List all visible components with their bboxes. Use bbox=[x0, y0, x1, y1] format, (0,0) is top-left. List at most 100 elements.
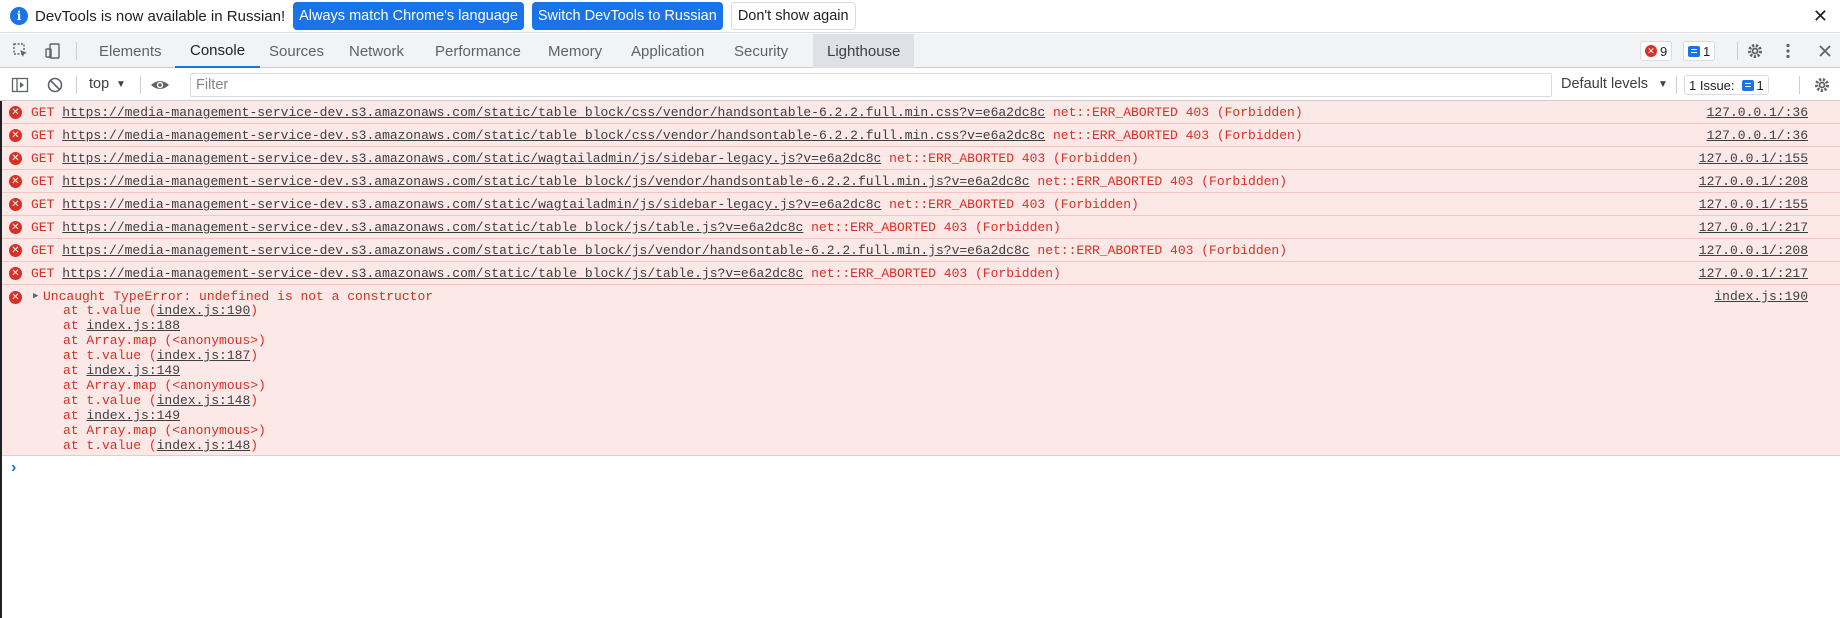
source-link[interactable]: 127.0.0.1/:36 bbox=[1707, 128, 1808, 143]
stack-trace: at t.value (index.js:190) at index.js:18… bbox=[63, 303, 266, 453]
console-error-row: ✕ GET https://media-management-service-d… bbox=[0, 239, 1840, 262]
source-link[interactable]: 127.0.0.1/:155 bbox=[1699, 151, 1808, 166]
language-infobar: i DevTools is now available in Russian! … bbox=[0, 0, 1840, 33]
message-counter[interactable]: 1 bbox=[1683, 41, 1716, 61]
request-method: GET bbox=[31, 266, 55, 281]
window-edge bbox=[0, 101, 2, 618]
request-url-link[interactable]: https://media-management-service-dev.s3.… bbox=[62, 151, 881, 166]
stack-frame-link[interactable]: index.js:148 bbox=[157, 393, 251, 408]
dont-show-again-button[interactable]: Don't show again bbox=[730, 2, 856, 30]
error-icon: ✕ bbox=[1645, 45, 1657, 57]
console-settings-gear-icon[interactable] bbox=[1812, 75, 1832, 95]
infobar-message: DevTools is now available in Russian! bbox=[35, 7, 286, 25]
error-status: net::ERR_ABORTED 403 (Forbidden) bbox=[811, 220, 1061, 235]
more-options-icon[interactable] bbox=[1778, 41, 1798, 61]
error-count: 9 bbox=[1660, 43, 1668, 59]
toolbar-divider bbox=[1676, 76, 1677, 94]
console-error-row: ✕ GET https://media-management-service-d… bbox=[0, 147, 1840, 170]
console-error-row: ✕ GET https://media-management-service-d… bbox=[0, 193, 1840, 216]
stack-frame: at Array.map (<anonymous>) bbox=[63, 378, 266, 393]
error-icon: ✕ bbox=[9, 152, 22, 165]
close-icon[interactable]: ✕ bbox=[1813, 6, 1828, 27]
request-url-link[interactable]: https://media-management-service-dev.s3.… bbox=[62, 174, 1029, 189]
exception-message: Uncaught TypeError: undefined is not a c… bbox=[43, 289, 434, 304]
console-prompt-icon[interactable]: › bbox=[11, 459, 16, 477]
stack-frame: at index.js:149 bbox=[63, 408, 181, 423]
issues-count: 1 bbox=[1756, 77, 1764, 93]
tab-elements[interactable]: Elements bbox=[99, 34, 162, 68]
toolbar-divider bbox=[76, 76, 77, 94]
error-counter[interactable]: ✕ 9 bbox=[1640, 41, 1673, 61]
request-url-link[interactable]: https://media-management-service-dev.s3.… bbox=[62, 128, 1045, 143]
tab-application[interactable]: Application bbox=[631, 34, 704, 68]
stack-frame-link[interactable]: index.js:149 bbox=[86, 363, 180, 378]
match-language-button[interactable]: Always match Chrome's language bbox=[293, 2, 524, 30]
stack-frame-link[interactable]: index.js:188 bbox=[86, 318, 180, 333]
error-status: net::ERR_ABORTED 403 (Forbidden) bbox=[1037, 174, 1288, 189]
console-messages: ✕ GET https://media-management-service-d… bbox=[0, 101, 1840, 456]
source-link[interactable]: 127.0.0.1/:155 bbox=[1699, 197, 1808, 212]
tab-security[interactable]: Security bbox=[734, 34, 788, 68]
tab-performance[interactable]: Performance bbox=[435, 34, 521, 68]
request-method: GET bbox=[31, 128, 55, 143]
issues-button[interactable]: 1 Issue: 1 bbox=[1684, 75, 1769, 95]
tab-console[interactable]: Console bbox=[175, 34, 261, 68]
console-error-row: ✕ GET https://media-management-service-d… bbox=[0, 101, 1840, 124]
log-levels-dropdown[interactable]: Default levels bbox=[1561, 76, 1648, 92]
context-selector[interactable]: top bbox=[89, 76, 109, 92]
devtools-tabbar: Elements Console Sources Network Perform… bbox=[0, 34, 1840, 68]
request-method: GET bbox=[31, 197, 55, 212]
sidebar-toggle-icon[interactable] bbox=[10, 75, 30, 95]
error-icon: ✕ bbox=[9, 267, 22, 280]
request-url-link[interactable]: https://media-management-service-dev.s3.… bbox=[62, 243, 1029, 258]
clear-console-icon[interactable] bbox=[45, 75, 65, 95]
stack-frame-link[interactable]: index.js:190 bbox=[157, 303, 251, 318]
error-status: net::ERR_ABORTED 403 (Forbidden) bbox=[1037, 243, 1288, 258]
stack-frame-link[interactable]: index.js:148 bbox=[157, 438, 251, 453]
error-icon: ✕ bbox=[9, 175, 22, 188]
source-link[interactable]: index.js:190 bbox=[1714, 289, 1808, 304]
source-link[interactable]: 127.0.0.1/:217 bbox=[1699, 266, 1808, 281]
tab-lighthouse[interactable]: Lighthouse bbox=[813, 34, 915, 68]
device-toolbar-icon[interactable] bbox=[43, 41, 63, 61]
stack-frame-link[interactable]: index.js:149 bbox=[86, 408, 180, 423]
issues-label: 1 Issue: bbox=[1689, 77, 1735, 93]
request-method: GET bbox=[31, 220, 55, 235]
message-count: 1 bbox=[1703, 43, 1711, 59]
settings-gear-icon[interactable] bbox=[1745, 41, 1765, 61]
stack-frame: at t.value (index.js:187) bbox=[63, 348, 259, 363]
stack-frame: at index.js:149 bbox=[63, 363, 181, 378]
request-url-link[interactable]: https://media-management-service-dev.s3.… bbox=[62, 197, 881, 212]
request-url-link[interactable]: https://media-management-service-dev.s3.… bbox=[62, 266, 803, 281]
source-link[interactable]: 127.0.0.1/:217 bbox=[1699, 220, 1808, 235]
filter-input[interactable] bbox=[190, 73, 1552, 97]
expand-triangle-icon[interactable]: ▶ bbox=[33, 291, 38, 301]
source-link[interactable]: 127.0.0.1/:208 bbox=[1699, 174, 1808, 189]
chevron-down-icon[interactable]: ▼ bbox=[1658, 79, 1668, 90]
inspect-element-icon[interactable] bbox=[11, 41, 31, 61]
close-devtools-icon[interactable] bbox=[1815, 41, 1835, 61]
error-icon: ✕ bbox=[9, 129, 22, 142]
error-icon: ✕ bbox=[9, 198, 22, 211]
chevron-down-icon[interactable]: ▼ bbox=[116, 79, 126, 90]
message-icon bbox=[1688, 45, 1700, 57]
request-url-link[interactable]: https://media-management-service-dev.s3.… bbox=[62, 105, 1045, 120]
error-icon: ✕ bbox=[9, 221, 22, 234]
console-toolbar: top ▼ Default levels ▼ 1 Issue: 1 bbox=[0, 69, 1840, 101]
info-icon: i bbox=[10, 7, 28, 25]
request-method: GET bbox=[31, 174, 55, 189]
source-link[interactable]: 127.0.0.1/:208 bbox=[1699, 243, 1808, 258]
error-status: net::ERR_ABORTED 403 (Forbidden) bbox=[889, 197, 1139, 212]
stack-frame: at index.js:188 bbox=[63, 318, 181, 333]
error-status: net::ERR_ABORTED 403 (Forbidden) bbox=[1053, 128, 1303, 143]
switch-to-russian-button[interactable]: Switch DevTools to Russian bbox=[531, 2, 723, 30]
tab-sources[interactable]: Sources bbox=[269, 34, 324, 68]
console-error-row: ✕ GET https://media-management-service-d… bbox=[0, 170, 1840, 193]
tab-network[interactable]: Network bbox=[349, 34, 404, 68]
toolbar-divider bbox=[140, 76, 141, 94]
stack-frame-link[interactable]: index.js:187 bbox=[157, 348, 251, 363]
source-link[interactable]: 127.0.0.1/:36 bbox=[1707, 105, 1808, 120]
live-expression-eye-icon[interactable] bbox=[150, 75, 170, 95]
request-url-link[interactable]: https://media-management-service-dev.s3.… bbox=[62, 220, 803, 235]
tab-memory[interactable]: Memory bbox=[548, 34, 602, 68]
